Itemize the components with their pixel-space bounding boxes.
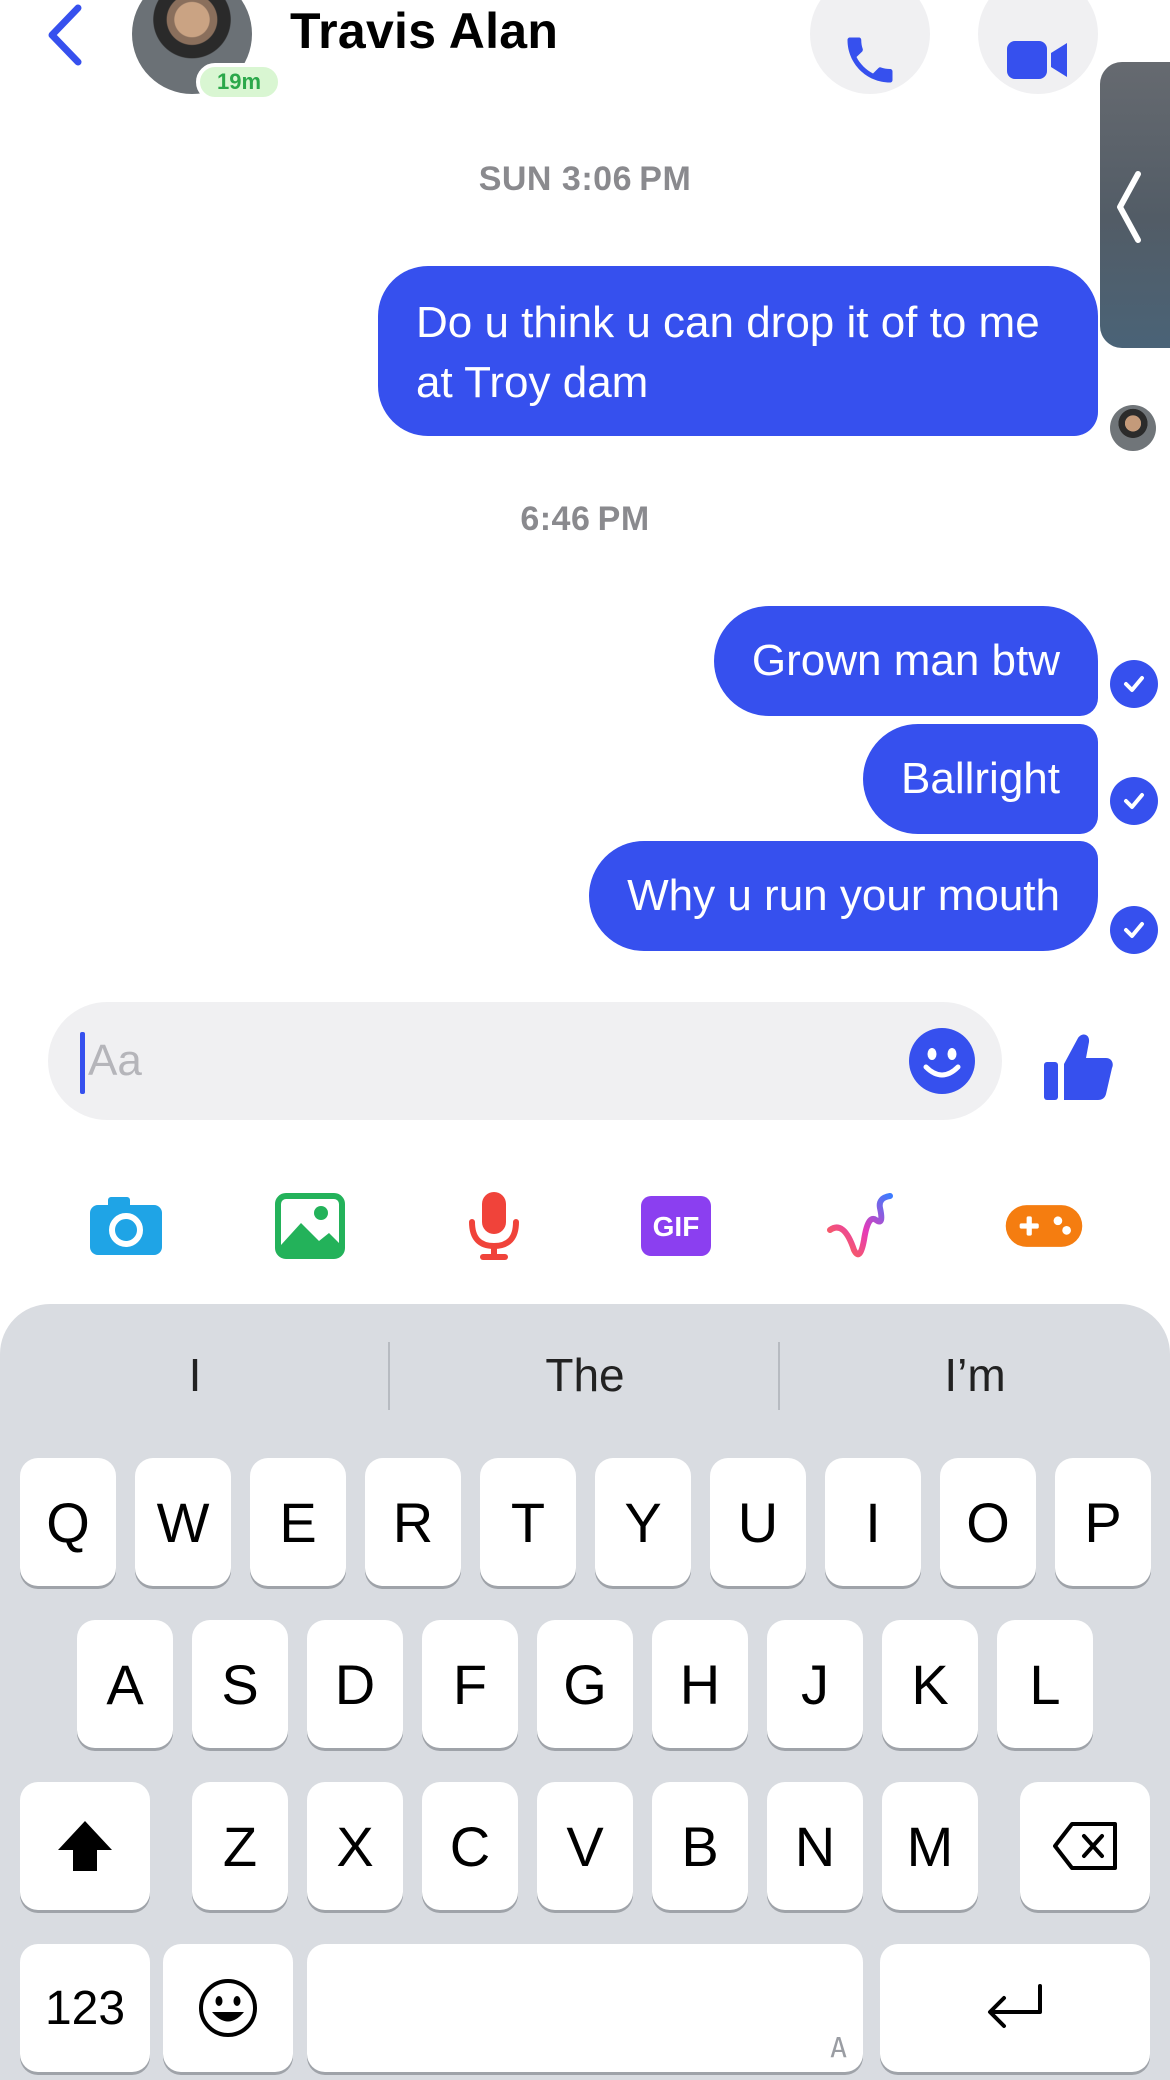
key-h[interactable]: H — [652, 1620, 748, 1748]
key-q[interactable]: Q — [20, 1458, 116, 1586]
key-o[interactable]: O — [940, 1458, 1036, 1586]
key-j[interactable]: J — [767, 1620, 863, 1748]
backspace-icon — [1053, 1822, 1117, 1870]
message-input[interactable] — [88, 1026, 908, 1096]
key-g[interactable]: G — [537, 1620, 633, 1748]
key-e[interactable]: E — [250, 1458, 346, 1586]
backspace-key[interactable] — [1020, 1782, 1150, 1910]
key-i[interactable]: I — [825, 1458, 921, 1586]
svg-text:GIF: GIF — [653, 1211, 700, 1242]
camera-icon[interactable] — [86, 1186, 166, 1266]
message-text: Grown man btw — [751, 636, 1060, 685]
key-n[interactable]: N — [767, 1782, 863, 1910]
keyboard: I The I’m Q W E R T Y U I O P A S D F G … — [0, 1304, 1170, 2080]
sent-message-bubble[interactable]: Do u think u can drop it of to me at Tro… — [378, 266, 1098, 436]
games-icon[interactable] — [1004, 1186, 1084, 1266]
active-status-badge: 19m — [196, 63, 282, 101]
suggestion-3[interactable]: I’m — [780, 1340, 1170, 1410]
suggestion-1[interactable]: I — [0, 1340, 390, 1410]
thumbs-up-icon[interactable] — [1040, 1028, 1116, 1104]
message-text: Ballright — [901, 754, 1060, 803]
sent-message-bubble[interactable]: Ballright — [863, 724, 1098, 834]
emoji-keyboard-icon — [199, 1979, 257, 2037]
key-s[interactable]: S — [192, 1620, 288, 1748]
gif-icon[interactable]: GIF — [636, 1186, 716, 1266]
video-call-button[interactable] — [978, 0, 1098, 94]
message-composer[interactable] — [48, 1002, 1002, 1120]
message-timestamp: 6:46 PM — [520, 500, 650, 538]
key-t[interactable]: T — [480, 1458, 576, 1586]
contact-name[interactable]: Travis Alan — [290, 2, 558, 60]
space-key-hint: A — [830, 2031, 847, 2064]
key-z[interactable]: Z — [192, 1782, 288, 1910]
numbers-key[interactable]: 123 — [20, 1944, 150, 2072]
key-x[interactable]: X — [307, 1782, 403, 1910]
microphone-icon[interactable] — [454, 1186, 534, 1266]
shift-key[interactable] — [20, 1782, 150, 1910]
voice-call-button[interactable] — [810, 0, 930, 94]
key-a[interactable]: A — [77, 1620, 173, 1748]
key-v[interactable]: V — [537, 1782, 633, 1910]
back-chevron-icon[interactable] — [40, 2, 90, 68]
key-l[interactable]: L — [997, 1620, 1093, 1748]
key-b[interactable]: B — [652, 1782, 748, 1910]
emoji-key[interactable] — [163, 1944, 293, 2072]
key-r[interactable]: R — [365, 1458, 461, 1586]
suggestion-2[interactable]: The — [390, 1340, 780, 1410]
key-d[interactable]: D — [307, 1620, 403, 1748]
chat-header: 19m Travis Alan — [0, 0, 1170, 110]
key-y[interactable]: Y — [595, 1458, 691, 1586]
message-text: Why u run your mouth — [627, 871, 1060, 920]
key-c[interactable]: C — [422, 1782, 518, 1910]
phone-icon — [847, 37, 893, 83]
sent-message-bubble[interactable]: Grown man btw — [713, 606, 1098, 716]
key-u[interactable]: U — [710, 1458, 806, 1586]
side-pull-tab[interactable] — [1100, 62, 1170, 348]
message-timestamp: SUN 3:06 PM — [478, 160, 692, 198]
delivered-check-icon — [1110, 906, 1158, 954]
text-caret — [80, 1032, 85, 1094]
message-text: Do u think u can drop it of to me at Tro… — [416, 298, 1040, 407]
image-icon[interactable] — [270, 1186, 350, 1266]
key-f[interactable]: F — [422, 1620, 518, 1748]
return-key[interactable] — [880, 1944, 1150, 2072]
return-icon — [988, 1984, 1042, 2028]
key-w[interactable]: W — [135, 1458, 231, 1586]
delivered-check-icon — [1110, 660, 1158, 708]
key-p[interactable]: P — [1055, 1458, 1151, 1586]
delivered-check-icon — [1110, 777, 1158, 825]
video-camera-icon — [1007, 41, 1067, 79]
emoji-icon[interactable] — [908, 1027, 976, 1095]
sent-message-bubble[interactable]: Why u run your mouth — [589, 841, 1098, 951]
key-k[interactable]: K — [882, 1620, 978, 1748]
seen-avatar — [1110, 405, 1156, 451]
key-m[interactable]: M — [882, 1782, 978, 1910]
space-key[interactable]: A — [307, 1944, 863, 2072]
draw-icon[interactable] — [820, 1186, 900, 1266]
shift-icon — [58, 1821, 112, 1871]
